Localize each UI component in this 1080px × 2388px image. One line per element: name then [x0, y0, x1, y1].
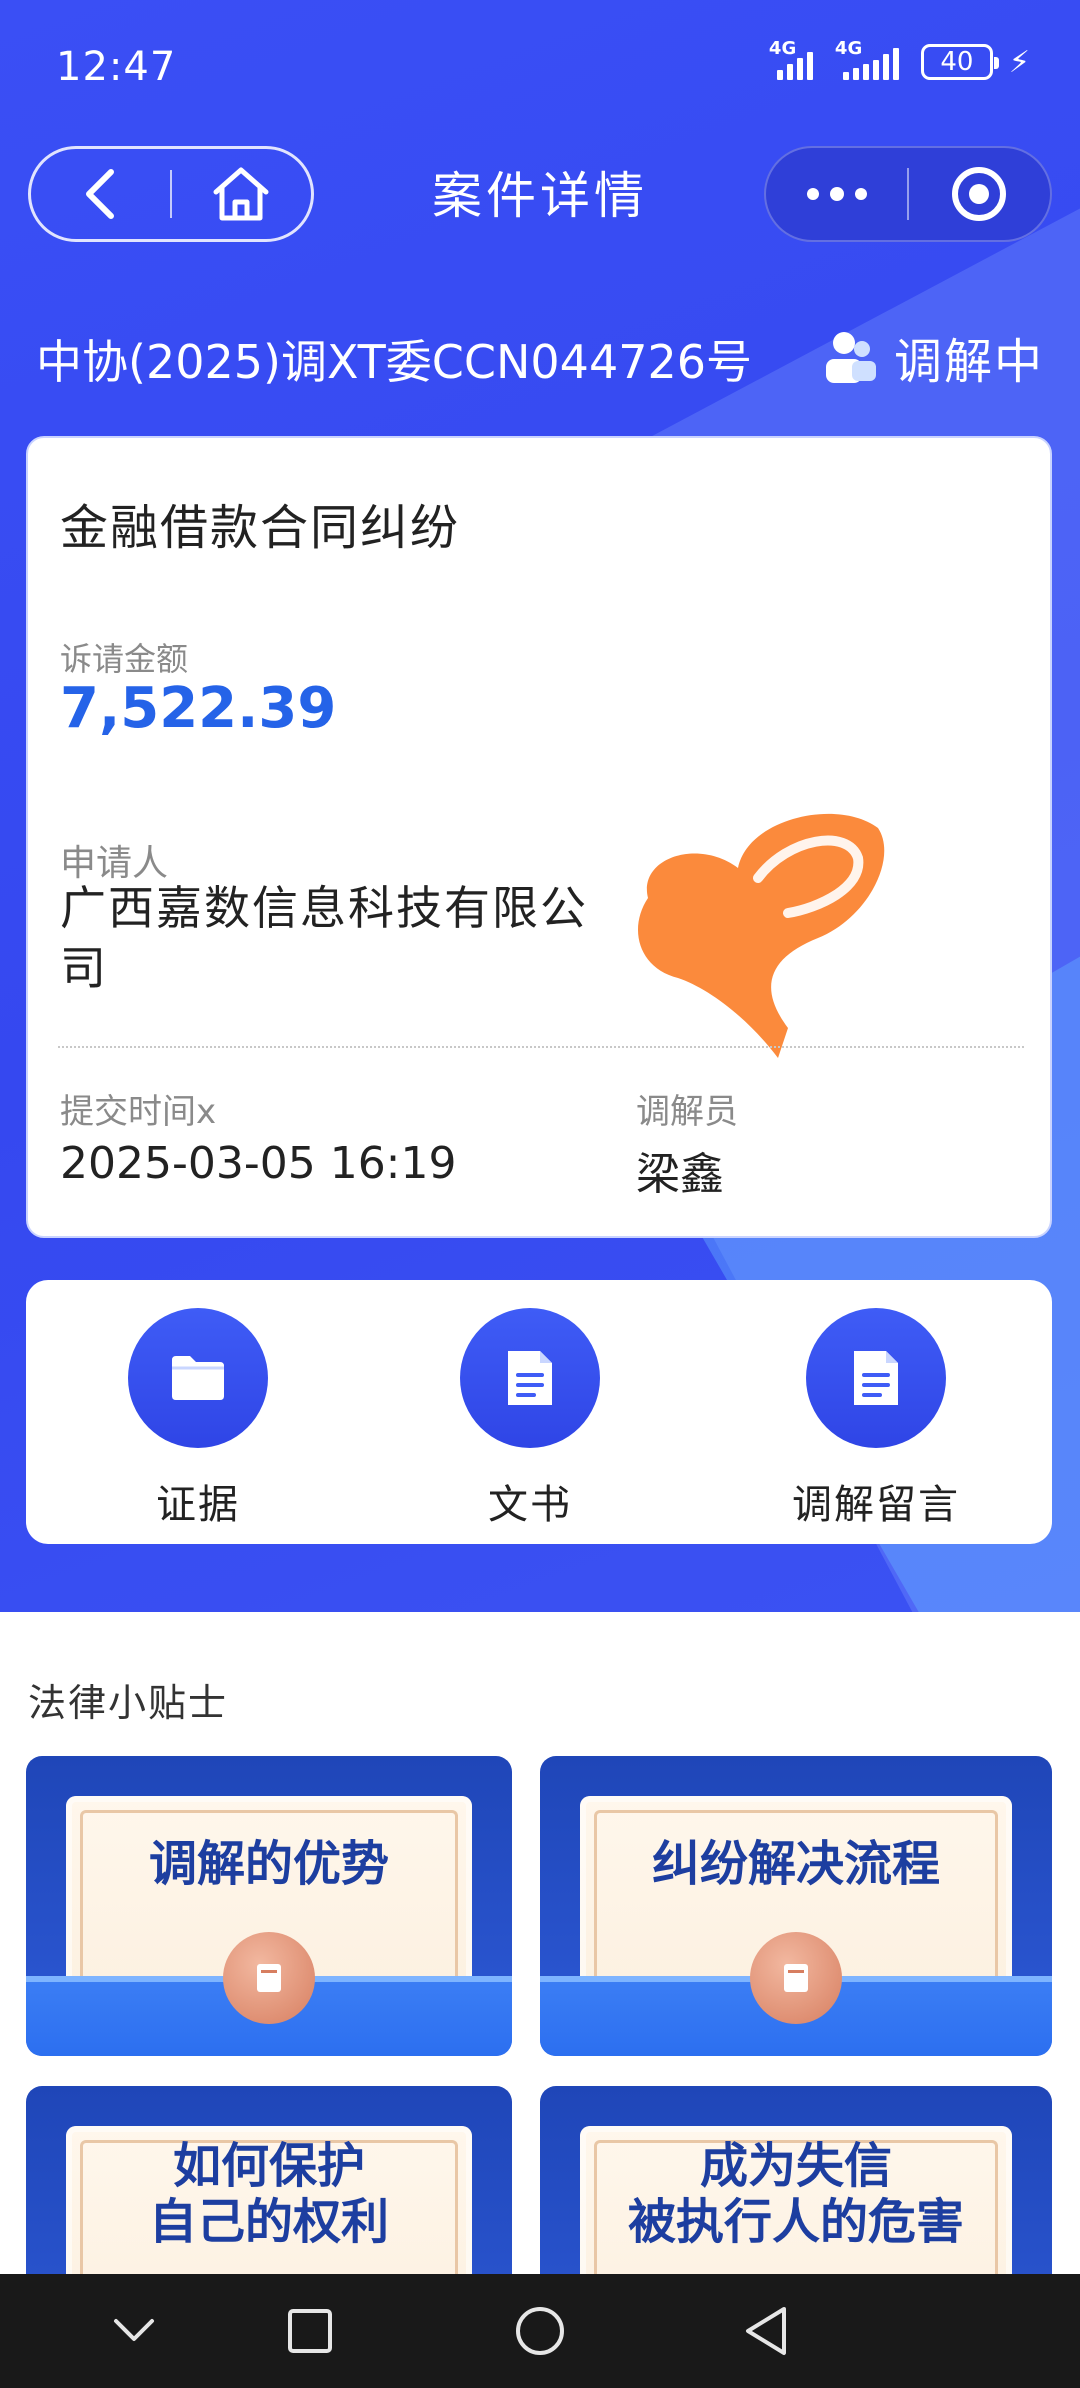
action-documents[interactable]: 文书 — [400, 1308, 660, 1530]
amount-value: 7,522.39 — [60, 676, 337, 741]
chevron-down-icon — [114, 2319, 154, 2341]
nav-collapse-button[interactable] — [74, 2274, 194, 2388]
action-label: 文书 — [488, 1482, 572, 1528]
status-time: 12:47 — [56, 44, 177, 90]
nav-home-button[interactable] — [480, 2274, 600, 2388]
card-divider — [58, 1046, 1024, 1048]
book-icon — [750, 1932, 842, 2024]
mediator-label: 调解员 — [636, 1092, 738, 1132]
action-label: 调解留言 — [792, 1482, 960, 1528]
home-icon — [213, 167, 269, 221]
case-status-text: 调解中 — [893, 334, 1044, 390]
book-icon — [223, 1932, 315, 2024]
mediator-value: 梁鑫 — [636, 1149, 724, 1200]
case-type: 金融借款合同纠纷 — [60, 500, 461, 556]
nav-capsule-left — [28, 146, 314, 242]
status-icons: 4G 4G 40 ⚡ — [769, 38, 1030, 80]
redaction-scribble — [638, 813, 885, 1058]
more-dots-icon — [806, 187, 867, 201]
folder-icon — [172, 1356, 224, 1400]
nav-recents-button[interactable] — [250, 2274, 370, 2388]
tips-section-title: 法律小贴士 — [28, 1681, 229, 1725]
document-icon — [854, 1351, 898, 1405]
back-button[interactable] — [31, 149, 170, 239]
action-label: 证据 — [156, 1482, 240, 1528]
submit-time-label: 提交时间x — [60, 1092, 217, 1132]
tip-card[interactable]: 纠纷解决流程 — [540, 1756, 1052, 2056]
system-nav-bar — [0, 2274, 1080, 2388]
case-info-card: 金融借款合同纠纷 诉请金额 7,522.39 申请人 广西嘉数信息科技有限公司 … — [26, 436, 1052, 1238]
home-button[interactable] — [172, 149, 311, 239]
page-title: 案件详情 — [432, 167, 648, 225]
square-icon — [288, 2309, 332, 2353]
status-bar: 12:47 4G 4G 40 ⚡ — [0, 0, 1080, 134]
nav-back-button[interactable] — [706, 2274, 826, 2388]
signal-icon: 4G — [835, 38, 899, 80]
circle-icon — [516, 2307, 564, 2355]
case-status-badge: 调解中 — [822, 322, 1044, 392]
target-icon — [952, 167, 1007, 221]
action-card: 证据 文书 调解留言 — [26, 1280, 1052, 1544]
chevron-left-icon — [85, 169, 114, 219]
triangle-back-icon — [746, 2307, 786, 2355]
tip-title: 如何保护 自己的权利 — [148, 2138, 389, 2250]
case-number: 中协(2025)调XT委CCN044726号 — [36, 335, 753, 389]
tip-title: 成为失信 被执行人的危害 — [627, 2138, 964, 2250]
more-button[interactable] — [766, 148, 907, 240]
app-screen: 12:47 4G 4G 40 ⚡ 案件详情 中协(2025)调XT委CCN044… — [0, 0, 1080, 2388]
tip-title: 调解的优势 — [148, 1836, 389, 1892]
battery-icon: 40 — [920, 44, 999, 80]
amount-label: 诉请金额 — [60, 640, 189, 678]
charging-icon: ⚡ — [1008, 44, 1030, 80]
tip-card[interactable]: 调解的优势 — [26, 1756, 512, 2056]
action-mediation-message[interactable]: 调解留言 — [746, 1308, 1006, 1530]
submit-time-value: 2025-03-05 16:19 — [60, 1138, 457, 1189]
nav-capsule-right — [764, 146, 1052, 242]
applicant-value: 广西嘉数信息科技有限公司 — [60, 881, 588, 995]
tip-title: 纠纷解决流程 — [651, 1836, 940, 1892]
signal-icon: 4G — [769, 38, 813, 80]
close-miniapp-button[interactable] — [909, 148, 1050, 240]
document-icon — [508, 1351, 552, 1405]
people-icon — [825, 332, 876, 383]
action-evidence[interactable]: 证据 — [68, 1308, 328, 1530]
